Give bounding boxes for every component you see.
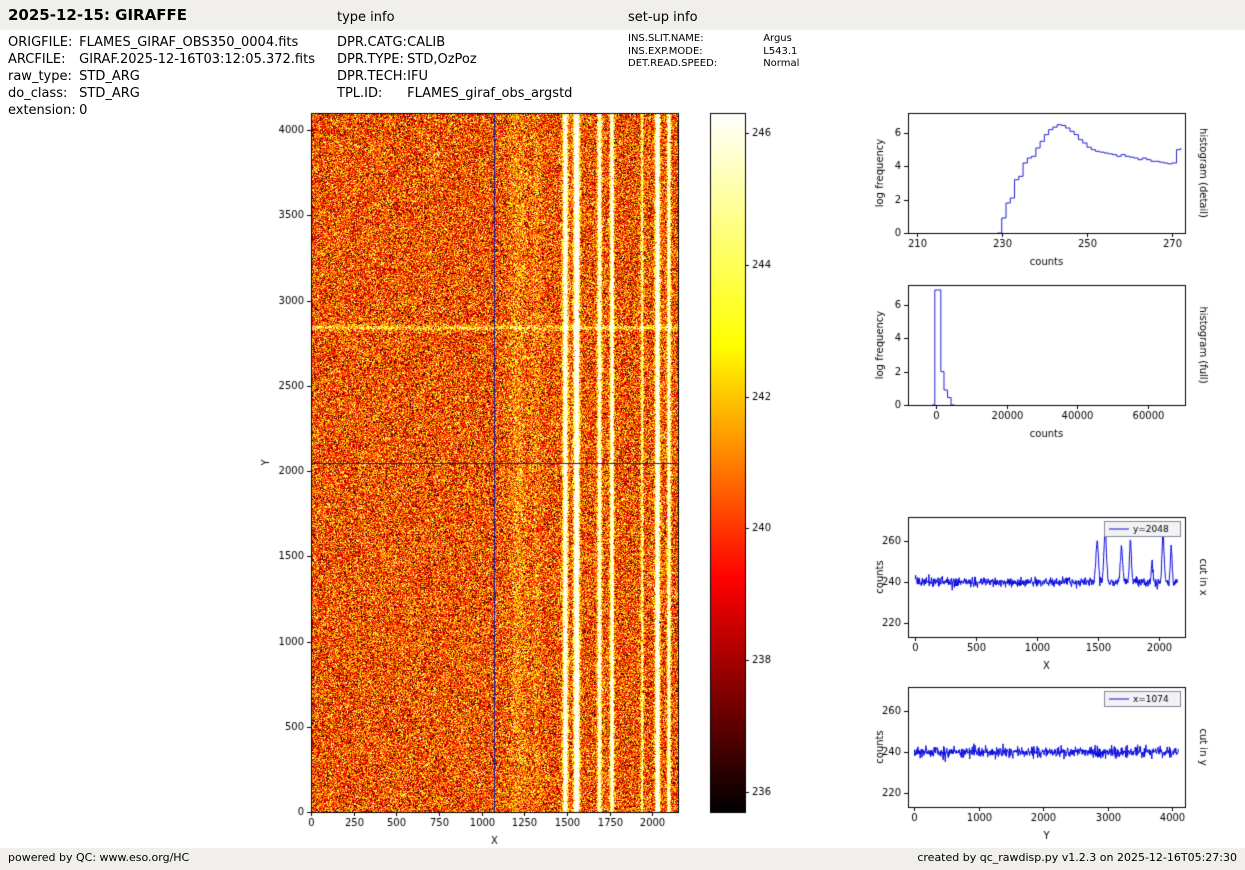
file-info-label: extension: — [8, 103, 76, 118]
file-info-label: ORIGFILE: — [8, 35, 73, 50]
raw-image-plot — [250, 100, 702, 850]
histogram-detail-plot — [858, 100, 1245, 272]
file-info-row: raw_type: STD_ARG — [8, 68, 315, 85]
colorbar — [700, 100, 800, 850]
setup-info-label: DET.READ.SPEED: — [628, 58, 718, 69]
file-info-label: do_class: — [8, 86, 68, 101]
histogram-full-plot — [858, 272, 1245, 444]
file-info-label: ARCFILE: — [8, 52, 66, 67]
setup-info-value: Argus — [763, 33, 792, 44]
type-info-block: DPR.CATG: CALIB DPR.TYPE: STD,OzPoz DPR.… — [337, 34, 572, 102]
type-info-value: CALIB — [407, 35, 446, 50]
file-info-value: 0 — [79, 103, 88, 118]
header-bar: 2025-12-15: GIRAFFE type info set-up inf… — [0, 0, 1245, 30]
setup-info-row: INS.SLIT.NAME: Argus — [628, 33, 799, 46]
footer-right-text: created by qc_rawdisp.py v1.2.3 on 2025-… — [917, 851, 1237, 864]
setup-info-block: INS.SLIT.NAME: Argus INS.EXP.MODE: L543.… — [628, 33, 799, 71]
type-info-row: DPR.TECH: IFU — [337, 68, 572, 85]
file-info-label: raw_type: — [8, 69, 72, 84]
cut-in-y-plot — [858, 674, 1245, 846]
setup-info-row: INS.EXP.MODE: L543.1 — [628, 46, 799, 59]
cut-in-x-plot — [858, 504, 1245, 676]
type-info-label: DPR.TECH: — [337, 69, 407, 84]
type-info-heading: type info — [337, 10, 395, 25]
page-title: 2025-12-15: GIRAFFE — [8, 6, 187, 24]
file-info-value: STD_ARG — [79, 86, 140, 101]
setup-info-heading: set-up info — [628, 10, 698, 25]
type-info-label: DPR.CATG: — [337, 35, 407, 50]
file-info-row: ARCFILE: GIRAF.2025-12-16T03:12:05.372.f… — [8, 51, 315, 68]
type-info-value: STD,OzPoz — [407, 52, 477, 67]
setup-info-row: DET.READ.SPEED: Normal — [628, 58, 799, 71]
file-info-value: GIRAF.2025-12-16T03:12:05.372.fits — [79, 52, 315, 67]
setup-info-label: INS.SLIT.NAME: — [628, 33, 704, 44]
type-info-row: DPR.TYPE: STD,OzPoz — [337, 51, 572, 68]
type-info-row: DPR.CATG: CALIB — [337, 34, 572, 51]
type-info-label: DPR.TYPE: — [337, 52, 404, 67]
setup-info-value: Normal — [763, 58, 800, 69]
file-info-value: STD_ARG — [79, 69, 140, 84]
type-info-value: IFU — [407, 69, 428, 84]
footer-left-text: powered by QC: www.eso.org/HC — [8, 851, 190, 864]
type-info-value: FLAMES_giraf_obs_argstd — [407, 86, 573, 101]
file-info-row: ORIGFILE: FLAMES_GIRAF_OBS350_0004.fits — [8, 34, 315, 51]
setup-info-value: L543.1 — [763, 45, 798, 57]
file-info-value: FLAMES_GIRAF_OBS350_0004.fits — [79, 35, 299, 50]
setup-info-label: INS.EXP.MODE: — [628, 45, 703, 57]
